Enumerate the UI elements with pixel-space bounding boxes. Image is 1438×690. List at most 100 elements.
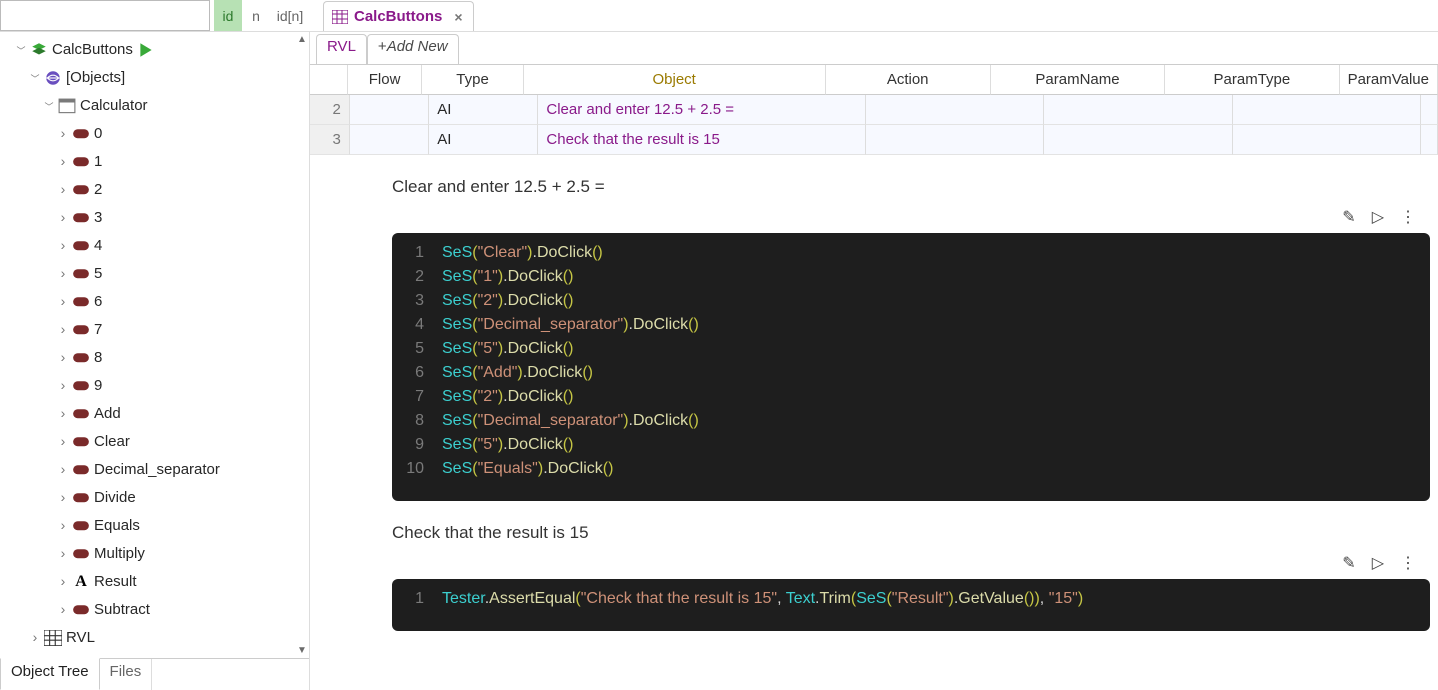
wand-icon[interactable]: ✎ bbox=[1342, 207, 1355, 227]
chevron-right-icon[interactable] bbox=[56, 316, 70, 344]
tree-node-root[interactable]: CalcButtons bbox=[0, 36, 309, 64]
cell-action[interactable] bbox=[866, 125, 1045, 155]
code-caption: Check that the result is 15 bbox=[392, 523, 1430, 543]
cell-paramvalue[interactable] bbox=[1421, 95, 1438, 125]
more-icon[interactable]: ⋮ bbox=[1400, 207, 1416, 227]
filter-id-button[interactable]: id bbox=[214, 0, 242, 31]
chevron-down-icon[interactable] bbox=[42, 92, 56, 121]
tree-node-child-5[interactable]: 5 bbox=[0, 260, 309, 288]
chevron-right-icon[interactable] bbox=[56, 176, 70, 204]
filter-n-button[interactable]: n bbox=[242, 0, 270, 31]
chevron-right-icon[interactable] bbox=[56, 512, 70, 540]
tree-node-rvl[interactable]: RVL bbox=[0, 624, 309, 652]
tree-node-child-6[interactable]: 6 bbox=[0, 288, 309, 316]
code-block[interactable]: 1Tester.AssertEqual("Check that the resu… bbox=[392, 579, 1430, 631]
cell-object[interactable]: Check that the result is 15 bbox=[538, 125, 865, 155]
tree-node-child-9[interactable]: 9 bbox=[0, 372, 309, 400]
tree-node-child-0[interactable]: 0 bbox=[0, 120, 309, 148]
cell-paramtype[interactable] bbox=[1233, 95, 1421, 125]
play-icon[interactable] bbox=[137, 41, 155, 59]
tree-node-child-15[interactable]: Multiply bbox=[0, 540, 309, 568]
cell-paramvalue[interactable] bbox=[1421, 125, 1438, 155]
tree-node-objects[interactable]: [Objects] bbox=[0, 64, 309, 92]
chevron-right-icon[interactable] bbox=[56, 260, 70, 288]
tree-label: Result bbox=[94, 568, 137, 596]
tab-files[interactable]: Files bbox=[100, 659, 153, 690]
main-tab-calcbuttons[interactable]: CalcButtons × bbox=[323, 1, 474, 31]
close-icon[interactable]: × bbox=[448, 9, 462, 25]
cell-paramname[interactable] bbox=[1044, 125, 1232, 155]
chevron-right-icon[interactable] bbox=[56, 372, 70, 400]
object-icon bbox=[72, 183, 90, 197]
tree-icon bbox=[58, 98, 76, 114]
chevron-right-icon[interactable] bbox=[56, 568, 70, 596]
line-number: 5 bbox=[392, 337, 442, 361]
code-line: 8SeS("Decimal_separator").DoClick() bbox=[392, 409, 1430, 433]
line-number: 10 bbox=[392, 457, 442, 481]
object-tree[interactable]: CalcButtons [Objects]Calculator012345678… bbox=[0, 32, 309, 652]
chevron-right-icon[interactable] bbox=[56, 120, 70, 148]
tree-node-child-4[interactable]: 4 bbox=[0, 232, 309, 260]
chevron-right-icon[interactable] bbox=[56, 148, 70, 176]
tree-node-calculator[interactable]: Calculator bbox=[0, 92, 309, 120]
filter-input[interactable] bbox=[0, 0, 210, 31]
tree-node-child-7[interactable]: 7 bbox=[0, 316, 309, 344]
text-icon: A bbox=[72, 568, 90, 596]
more-icon[interactable]: ⋮ bbox=[1400, 553, 1416, 573]
tree-node-child-8[interactable]: 8 bbox=[0, 344, 309, 372]
chevron-right-icon[interactable] bbox=[56, 232, 70, 260]
col-object: Object bbox=[524, 65, 826, 95]
code-block[interactable]: 1SeS("Clear").DoClick()2SeS("1").DoClick… bbox=[392, 233, 1430, 501]
sub-tab-rvl[interactable]: RVL bbox=[316, 34, 367, 64]
tree-icon bbox=[44, 630, 62, 646]
wand-icon[interactable]: ✎ bbox=[1342, 553, 1355, 573]
cell-paramname[interactable] bbox=[1044, 95, 1232, 125]
tree-node-child-11[interactable]: Clear bbox=[0, 428, 309, 456]
run-icon[interactable]: ▷ bbox=[1372, 207, 1384, 227]
code-line: 5SeS("5").DoClick() bbox=[392, 337, 1430, 361]
chevron-right-icon[interactable] bbox=[56, 540, 70, 568]
chevron-right-icon[interactable] bbox=[56, 344, 70, 372]
filter-idn-button[interactable]: id[n] bbox=[270, 0, 310, 31]
object-icon bbox=[72, 519, 90, 533]
tree-node-child-3[interactable]: 3 bbox=[0, 204, 309, 232]
tree-node-child-10[interactable]: Add bbox=[0, 400, 309, 428]
object-icon bbox=[72, 379, 90, 393]
chevron-down-icon[interactable] bbox=[28, 64, 42, 93]
cell-object[interactable]: Clear and enter 12.5 + 2.5 = bbox=[538, 95, 865, 125]
line-number: 3 bbox=[392, 289, 442, 313]
tree-node-child-14[interactable]: Equals bbox=[0, 512, 309, 540]
chevron-down-icon[interactable] bbox=[14, 36, 28, 65]
tree-node-child-12[interactable]: Decimal_separator bbox=[0, 456, 309, 484]
chevron-right-icon[interactable] bbox=[56, 456, 70, 484]
table-row[interactable]: 2AIClear and enter 12.5 + 2.5 = bbox=[310, 95, 1438, 125]
tree-node-child-2[interactable]: 2 bbox=[0, 176, 309, 204]
cell-type[interactable]: AI bbox=[429, 125, 538, 155]
chevron-right-icon[interactable] bbox=[56, 400, 70, 428]
scroll-down-icon[interactable]: ▼ bbox=[297, 645, 307, 656]
tab-object-tree[interactable]: Object Tree bbox=[0, 658, 100, 690]
run-icon[interactable]: ▷ bbox=[1372, 553, 1384, 573]
tree-node-child-1[interactable]: 1 bbox=[0, 148, 309, 176]
tree-node-child-13[interactable]: Divide bbox=[0, 484, 309, 512]
chevron-right-icon[interactable] bbox=[56, 596, 70, 624]
chevron-right-icon[interactable] bbox=[56, 288, 70, 316]
cell-action[interactable] bbox=[866, 95, 1045, 125]
cell-flow[interactable] bbox=[350, 125, 429, 155]
sub-tab-add-new[interactable]: Add New bbox=[367, 34, 459, 64]
chevron-right-icon[interactable] bbox=[56, 484, 70, 512]
chevron-right-icon[interactable] bbox=[56, 428, 70, 456]
tree-node-child-17[interactable]: Subtract bbox=[0, 596, 309, 624]
tree-node-child-16[interactable]: AResult bbox=[0, 568, 309, 596]
tree-scrollbar[interactable]: ▲ ▼ bbox=[295, 32, 309, 658]
table-row[interactable]: 3AICheck that the result is 15 bbox=[310, 125, 1438, 155]
cell-paramtype[interactable] bbox=[1233, 125, 1421, 155]
cell-flow[interactable] bbox=[350, 95, 429, 125]
object-icon bbox=[72, 435, 90, 449]
code-text: SeS("2").DoClick() bbox=[442, 385, 573, 409]
tree-label: Calculator bbox=[80, 92, 148, 120]
scroll-up-icon[interactable]: ▲ bbox=[297, 34, 307, 45]
cell-type[interactable]: AI bbox=[429, 95, 538, 125]
chevron-right-icon[interactable] bbox=[56, 204, 70, 232]
chevron-right-icon[interactable] bbox=[28, 624, 42, 652]
